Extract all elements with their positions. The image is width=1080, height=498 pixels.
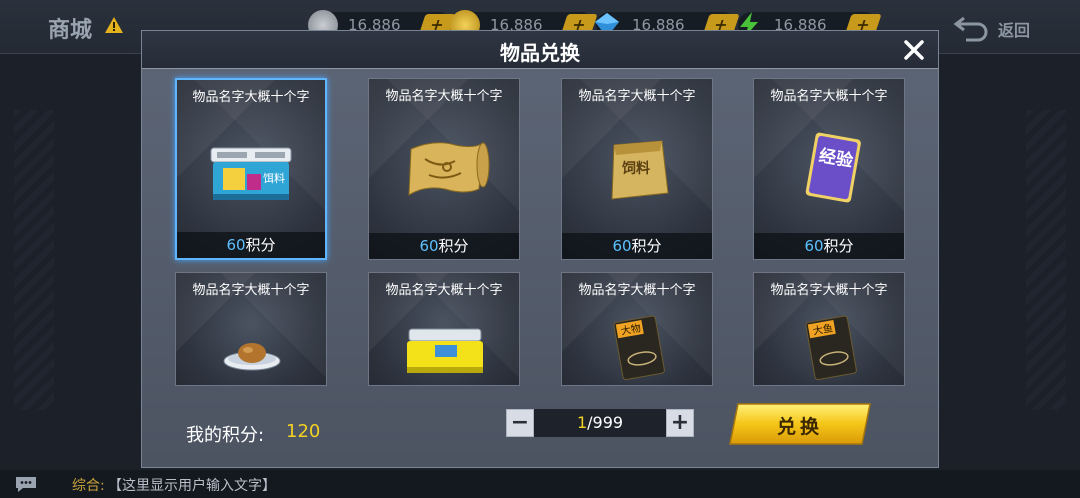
exchange-item-card[interactable]: 物品名字大概十个字 bbox=[368, 272, 520, 386]
back-button[interactable]: 返回 bbox=[952, 10, 1062, 44]
my-points-label: 我的积分: bbox=[186, 425, 265, 446]
food-plate-icon bbox=[223, 343, 281, 371]
treasure-map-scroll-icon bbox=[408, 141, 490, 196]
item-price: 60积分 bbox=[177, 232, 325, 258]
experience-card-icon: 经验 bbox=[805, 132, 861, 203]
warning-icon[interactable] bbox=[104, 16, 124, 34]
quantity-display[interactable]: 1/999 bbox=[534, 409, 666, 437]
item-name: 物品名字大概十个字 bbox=[578, 283, 696, 298]
item-name: 物品名字大概十个字 bbox=[770, 89, 888, 104]
quantity-current: 1 bbox=[576, 413, 588, 432]
background-decoration bbox=[1026, 110, 1066, 410]
exchange-item-card[interactable]: 物品名字大概十个字 饵料 60积分 bbox=[175, 78, 327, 260]
back-label: 返回 bbox=[998, 21, 1031, 40]
item-name: 物品名字大概十个字 bbox=[578, 89, 696, 104]
svg-text:饵料: 饵料 bbox=[263, 171, 285, 185]
price-value: 60 bbox=[226, 236, 246, 254]
item-price: 60积分 bbox=[754, 233, 904, 259]
feed-sack-icon: 饲料 bbox=[611, 140, 669, 200]
big-fish-book-icon: 大鱼 bbox=[805, 315, 857, 381]
chat-message: 【这里显示用户输入文字】 bbox=[108, 478, 276, 494]
exchange-item-card[interactable]: 物品名字大概十个字 大物 bbox=[561, 272, 713, 386]
price-value: 60 bbox=[612, 237, 632, 255]
dialog-title: 物品兑换 bbox=[500, 41, 580, 65]
bait-cooler-box-icon: 饵料 bbox=[210, 147, 292, 200]
exchange-item-card[interactable]: 物品名字大概十个字 60积分 bbox=[368, 78, 520, 260]
chat-bubble-icon[interactable] bbox=[14, 475, 38, 493]
quantity-stepper: − 1/999 + bbox=[506, 409, 694, 437]
chat-channel: 综合: bbox=[72, 478, 105, 494]
decrease-quantity-button[interactable]: − bbox=[506, 409, 534, 437]
price-unit: 积分 bbox=[438, 237, 469, 255]
exchange-item-card[interactable]: 物品名字大概十个字 大鱼 bbox=[753, 272, 905, 386]
svg-text:饲料: 饲料 bbox=[621, 160, 650, 177]
price-unit: 积分 bbox=[245, 236, 276, 254]
item-exchange-dialog: 物品兑换 物品名字大概十个字 饵料 60积分 物品名字大概十个字 60积分 物品… bbox=[141, 30, 939, 468]
exchange-label: 兑换 bbox=[776, 416, 823, 438]
price-value: 60 bbox=[804, 237, 824, 255]
exchange-item-card[interactable]: 物品名字大概十个字 饲料 60积分 bbox=[561, 78, 713, 260]
item-name: 物品名字大概十个字 bbox=[385, 283, 503, 298]
back-arrow-icon bbox=[953, 16, 988, 42]
background-decoration bbox=[14, 110, 54, 410]
item-name: 物品名字大概十个字 bbox=[385, 89, 503, 104]
item-price: 60积分 bbox=[369, 233, 519, 259]
price-unit: 积分 bbox=[823, 237, 854, 255]
exchange-item-card[interactable]: 物品名字大概十个字 bbox=[175, 272, 327, 386]
my-points-value: 120 bbox=[286, 421, 321, 442]
increase-quantity-button[interactable]: + bbox=[666, 409, 694, 437]
item-name: 物品名字大概十个字 bbox=[192, 90, 310, 105]
exchange-button[interactable]: 兑换 bbox=[724, 403, 876, 445]
yellow-cooler-box-icon bbox=[407, 328, 483, 373]
dialog-header: 物品兑换 bbox=[142, 31, 938, 69]
close-icon[interactable] bbox=[900, 36, 928, 64]
big-item-book-icon: 大物 bbox=[613, 315, 665, 381]
price-value: 60 bbox=[419, 237, 439, 255]
item-price: 60积分 bbox=[562, 233, 712, 259]
shop-title: 商城 bbox=[48, 18, 93, 43]
price-unit: 积分 bbox=[631, 237, 662, 255]
chat-bar[interactable]: 综合: 【这里显示用户输入文字】 bbox=[0, 470, 1080, 498]
quantity-max: /999 bbox=[587, 413, 624, 432]
item-name: 物品名字大概十个字 bbox=[192, 283, 310, 298]
exchange-item-card[interactable]: 物品名字大概十个字 经验 60积分 bbox=[753, 78, 905, 260]
item-name: 物品名字大概十个字 bbox=[770, 283, 888, 298]
